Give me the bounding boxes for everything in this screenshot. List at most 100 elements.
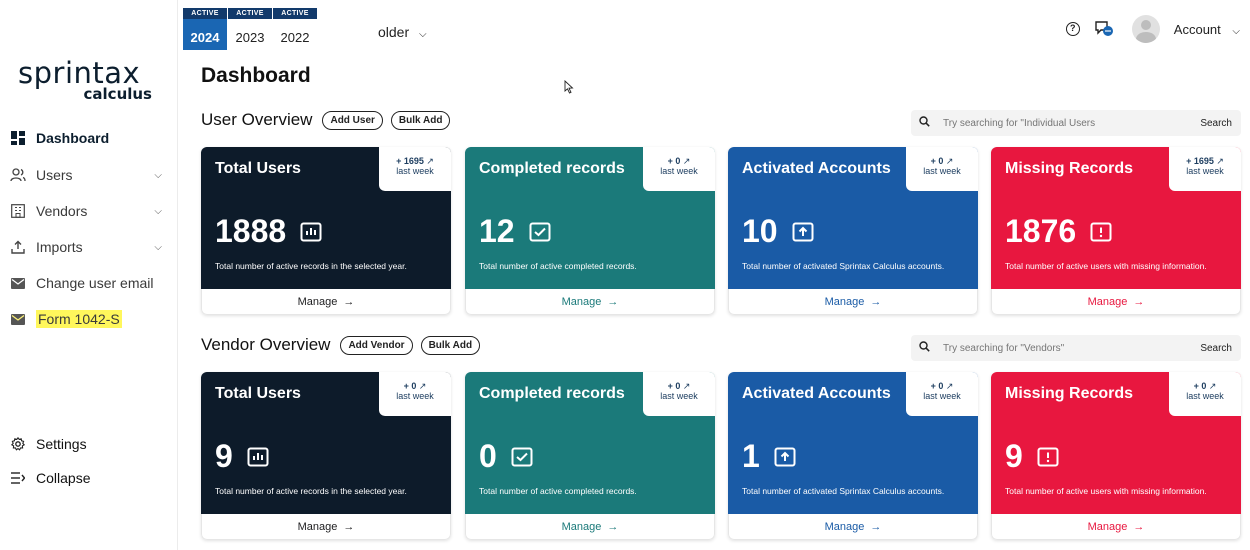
card-value: 1876	[1005, 213, 1077, 249]
card-body: Completed records + 0 ↗ last week 12 Tot…	[465, 147, 715, 289]
bulk-add-users-button[interactable]: Bulk Add	[390, 110, 451, 130]
tab-year-2024[interactable]: ACTIVE 2024	[183, 8, 227, 50]
card-body: Activated Accounts + 0 ↗ last week 1 Tot…	[728, 372, 978, 514]
card-value: 10	[742, 213, 778, 249]
arrow-right-icon: →	[870, 520, 882, 533]
sidebar-item-vendors[interactable]: Vendors ⌵	[10, 197, 170, 225]
collapse-icon	[10, 470, 26, 486]
sidebar-item-change-user-email[interactable]: Change user email	[10, 269, 170, 297]
weekly-delta-badge: + 0 ↗ last week	[643, 147, 715, 191]
arrow-right-icon: →	[1133, 295, 1145, 308]
user-search-input[interactable]	[943, 117, 1188, 129]
card-total-users: Total Users + 1695 ↗ last week 1888 Tota…	[201, 147, 451, 315]
card-title: Activated Accounts	[742, 160, 891, 177]
card-value-row: 9	[1005, 438, 1059, 475]
user-search-button[interactable]: Search	[1200, 118, 1232, 129]
sidebar-item-dashboard[interactable]: Dashboard	[10, 124, 170, 152]
add-user-button[interactable]: Add User	[322, 110, 383, 130]
page-title: Dashboard	[201, 64, 311, 87]
tab-label: 2022	[280, 30, 310, 45]
envelope-icon	[10, 275, 26, 291]
delta-value: + 0	[1193, 381, 1207, 391]
older-years-dropdown[interactable]: older ⌵	[378, 24, 427, 40]
tab-year-2022[interactable]: ACTIVE 2022	[273, 8, 317, 50]
card-title: Missing Records	[1005, 160, 1134, 177]
card-value-row: 9	[215, 438, 269, 475]
vendor-search-button[interactable]: Search	[1200, 343, 1232, 354]
delta-label: last week	[396, 166, 434, 176]
card-value: 9	[215, 438, 233, 474]
chevron-down-icon: ⌵	[1232, 25, 1240, 37]
card-value: 1888	[215, 213, 287, 249]
trend-up-icon: ↗	[945, 381, 954, 391]
card-value-row: 1876	[1005, 213, 1112, 250]
manage-button[interactable]: Manage →	[201, 289, 451, 315]
delta-label: last week	[660, 166, 698, 176]
card-title: Completed records	[479, 385, 625, 402]
sidebar-item-form-1042s[interactable]: Form 1042-S	[10, 305, 170, 333]
search-icon	[919, 341, 933, 355]
weekly-delta-badge: + 0 ↗ last week	[906, 372, 978, 416]
sidebar-item-label: Imports	[36, 239, 83, 255]
chevron-down-icon: ⌵	[154, 241, 162, 253]
card-description: Total number of active records in the se…	[215, 486, 407, 496]
tab-year-2023[interactable]: ACTIVE 2023	[228, 8, 272, 50]
sidebar-collapse[interactable]: Collapse	[10, 464, 170, 492]
bulk-add-vendors-button[interactable]: Bulk Add	[420, 335, 481, 355]
sidebar-item-users[interactable]: Users ⌵	[10, 161, 170, 189]
delta-value: + 0	[403, 381, 417, 391]
add-vendor-button[interactable]: Add Vendor	[340, 335, 413, 355]
delta-label: last week	[923, 166, 961, 176]
vendor-search-input[interactable]	[943, 342, 1188, 354]
year-tabs: ACTIVE 2024 ACTIVE 2023 ACTIVE 2022	[183, 8, 318, 50]
card-value: 12	[479, 213, 515, 249]
manage-label: Manage	[824, 295, 865, 308]
trend-up-icon: ↗	[1208, 381, 1217, 391]
card-title: Missing Records	[1005, 385, 1134, 402]
account-menu[interactable]: Account ⌵	[1174, 22, 1240, 37]
weekly-delta-badge: + 0 ↗ last week	[906, 147, 978, 191]
manage-button[interactable]: Manage →	[991, 289, 1241, 315]
chevron-down-icon: ⌵	[419, 29, 427, 40]
dashboard-icon	[10, 130, 26, 146]
upload-box-icon	[774, 447, 796, 466]
manage-button[interactable]: Manage →	[465, 514, 715, 540]
sidebar-item-imports[interactable]: Imports ⌵	[10, 233, 170, 261]
sidebar-item-settings[interactable]: Settings	[10, 430, 170, 458]
avatar[interactable]	[1131, 15, 1160, 43]
card-missing-records: Missing Records + 1695 ↗ last week 1876 …	[991, 147, 1241, 315]
weekly-delta-badge: + 0 ↗ last week	[643, 372, 715, 416]
card-value-row: 10	[742, 213, 814, 250]
weekly-delta-badge: + 0 ↗ last week	[1169, 372, 1241, 416]
support-chat-icon[interactable]	[1094, 20, 1114, 38]
account-label: Account	[1173, 21, 1221, 37]
card-title: Total Users	[215, 385, 301, 402]
manage-label: Manage	[297, 295, 338, 308]
arrow-right-icon: →	[607, 520, 619, 533]
arrow-right-icon: →	[343, 295, 355, 308]
avatar-head	[1140, 20, 1151, 30]
envelope-icon	[10, 311, 26, 327]
card-body: Activated Accounts + 0 ↗ last week 10 To…	[728, 147, 978, 289]
card-title: Activated Accounts	[742, 385, 891, 402]
bar-chart-icon	[300, 222, 322, 241]
trend-up-icon: ↗	[945, 156, 954, 166]
manage-button[interactable]: Manage →	[728, 514, 978, 540]
help-icon[interactable]: ?	[1065, 22, 1080, 36]
manage-button[interactable]: Manage →	[465, 289, 715, 315]
manage-button[interactable]: Manage →	[201, 514, 451, 540]
bar-chart-icon	[247, 447, 269, 466]
sidebar: sprintax calculus Dashboard Users ⌵ Vend…	[0, 0, 178, 550]
manage-label: Manage	[297, 520, 338, 533]
manage-button[interactable]: Manage →	[728, 289, 978, 315]
manage-button[interactable]: Manage →	[991, 514, 1241, 540]
delta-value: + 0	[667, 381, 681, 391]
search-icon	[919, 116, 933, 130]
weekly-delta-badge: + 1695 ↗ last week	[1169, 147, 1241, 191]
users-icon	[10, 167, 26, 183]
card-body: Total Users + 1695 ↗ last week 1888 Tota…	[201, 147, 451, 289]
sprintax-logo[interactable]: sprintax calculus	[18, 58, 158, 102]
tab-label: 2024	[190, 30, 220, 45]
card-title: Completed records	[479, 160, 625, 177]
avatar-body	[1135, 32, 1156, 43]
